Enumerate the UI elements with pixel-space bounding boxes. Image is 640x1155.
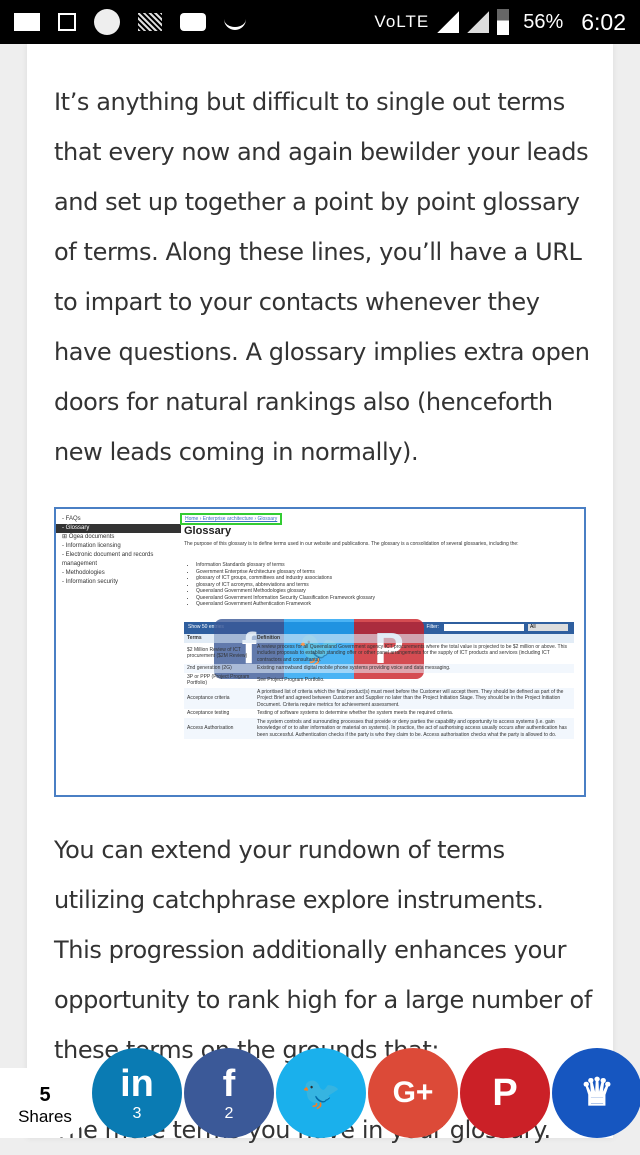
table-row: 3P or PPP (Project Program Portfolio) See… [184,673,574,688]
facebook-icon: f [222,1063,236,1105]
filter-label: Filter: [426,624,440,630]
column-header: Definition [254,634,574,643]
table-row: Acceptance testing Testing of software sy… [184,709,574,718]
battery-icon [497,9,510,35]
description: The purpose of this glossary is to defin… [184,541,519,547]
article-paragraph: It’s anything but difficult to single ou… [54,88,590,466]
signal-icon [467,11,490,33]
definition-cell: A review process for all Queensland Gove… [257,643,567,663]
share-count: 5 Shares [0,1068,90,1138]
glossary-table: Terms Definition $2 Million Review of ICT… [184,634,574,739]
list-item: Queensland Government Authentication Fra… [196,601,375,608]
signal-icon [437,11,460,33]
side-item: - Electronic document and records manage… [62,552,154,567]
share-total: 5 [39,1084,51,1106]
table-row: $2 Million Review of ICT procurement ($2… [184,643,574,665]
breadcrumb: Home › Enterprise architecture › Glossar… [180,513,283,525]
clock: 6:02 [581,8,626,35]
term-cell: $2 Million Review of ICT procurement ($2… [187,646,248,660]
term-cell: 3P or PPP (Project Program Portfolio) [187,673,250,687]
term-cell: Access Authorisation [184,717,254,739]
status-bar: VoLTE 56% 6:02 [0,0,640,44]
linkedin-icon: in [120,1063,154,1105]
glossary-list: Information Standards glossary of terms … [196,562,375,608]
table-row: Acceptance criteria A prioritised list of… [184,687,574,709]
image-icon [58,13,76,31]
stripe-icon [138,13,162,31]
glossary-screenshot: - FAQs - Glossary ⊞ Ogea documents - Inf… [54,507,586,797]
side-item: ⊞ Ogea documents [62,534,115,540]
term-cell: 2nd generation (2G) [184,664,254,673]
term-cell: Acceptance criteria [184,687,254,709]
article-paragraph: You can extend your rundown of terms uti… [54,836,592,1064]
share-count-badge: 3 [132,1105,142,1122]
side-item: - Information licensing [62,543,121,549]
pinterest-share-button[interactable]: P [460,1048,550,1138]
googleplus-share-button[interactable]: G+ [368,1048,458,1138]
definition-cell: The system controls and surrounding proc… [254,717,574,739]
filter-select: All [528,624,568,631]
table-row: Access Authorisation The system controls … [184,717,574,739]
crown-icon: ♛ [579,1072,615,1114]
side-item: - FAQs [62,516,81,522]
network-type: VoLTE [374,12,430,31]
circle-icon [94,9,120,35]
screenshot-sidebar: - FAQs - Glossary ⊞ Ogea documents - Inf… [56,515,182,587]
share-count-badge: 2 [224,1105,234,1122]
side-item: - Glossary [56,524,181,533]
definition-cell: See Project Program Portfolio. [257,676,325,683]
youtube-icon [180,13,206,31]
twitter-icon: 🐦 [301,1075,341,1111]
smile-icon [224,14,246,30]
linkedin-share-button[interactable]: in 3 [92,1048,182,1138]
definition-cell: Existing narrowband digital mobile phone… [254,664,574,673]
pinterest-icon: P [492,1072,518,1114]
side-item: - Methodologies [62,570,105,576]
share-label: Shares [18,1107,72,1126]
mail-icon [14,13,40,31]
battery-percent: 56% [523,10,564,33]
definition-cell: Testing of software systems to determine… [257,710,454,716]
twitter-share-button[interactable]: 🐦 [276,1048,366,1138]
page-title: Glossary [184,525,232,537]
share-bar: 5 Shares in 3 f2 🐦 G+ P ♛ [0,1048,640,1138]
column-header: Terms [184,634,254,643]
filter-input [444,624,524,631]
definition-cell: A prioritised list of criteria which the… [254,687,574,709]
facebook-share-button[interactable]: f2 [184,1048,274,1138]
more-share-button[interactable]: ♛ [552,1048,640,1138]
google-plus-icon: G+ [392,1076,434,1109]
table-row: 2nd generation (2G) Existing narrowband d… [184,664,574,673]
side-item: - Information security [62,579,119,585]
term-cell: Acceptance testing [187,710,230,716]
